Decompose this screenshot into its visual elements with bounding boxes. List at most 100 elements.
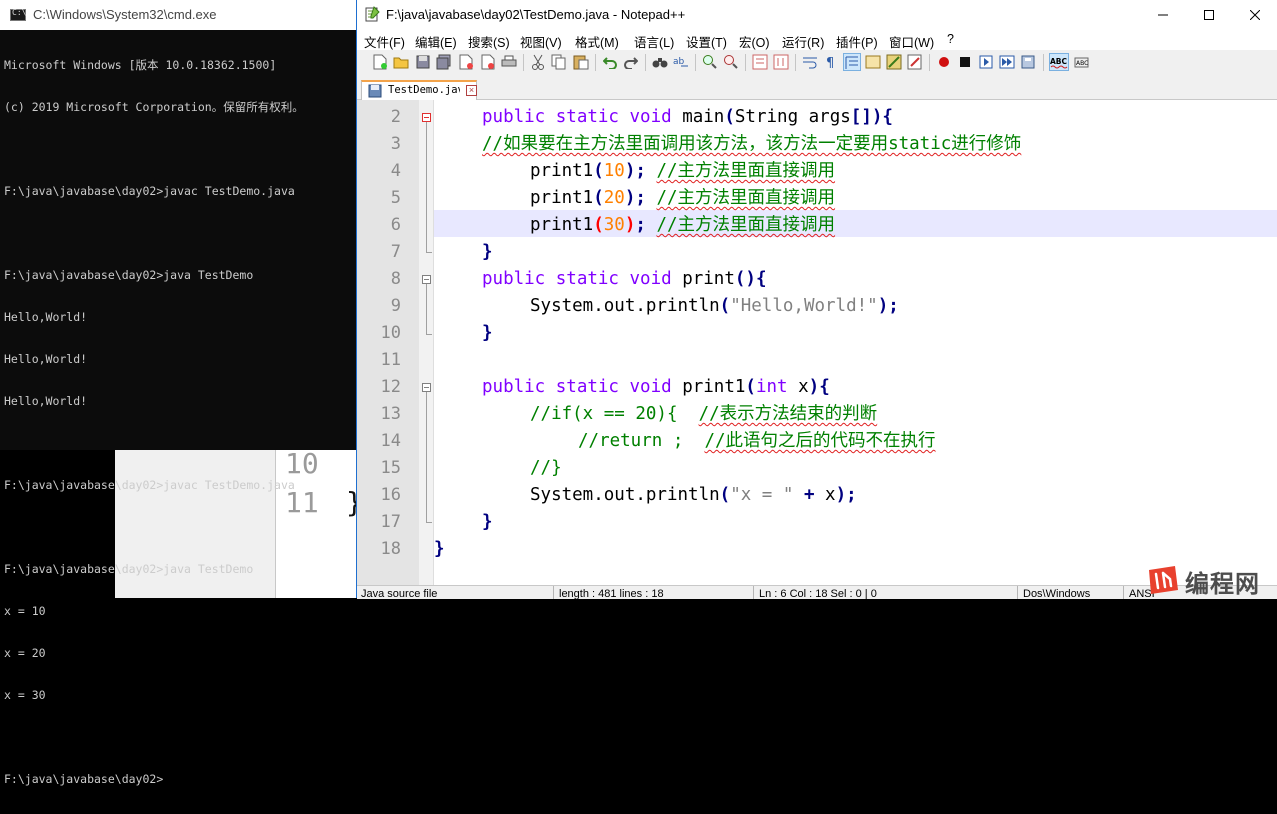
fold-end-marker xyxy=(426,252,432,253)
menu-run[interactable]: 运行(R) xyxy=(782,32,824,51)
show-all-chars-button[interactable]: ¶ xyxy=(822,53,840,71)
cmd-window[interactable]: C:\Windows\System32\cmd.exe Microsoft Wi… xyxy=(0,0,357,786)
menu-macro[interactable]: 宏(O) xyxy=(739,32,770,51)
code-line: //如果要在主方法里面调用该方法，该方法一定要用static进行修饰 xyxy=(482,131,1021,158)
open-file-button[interactable] xyxy=(392,53,410,71)
svg-text:¶: ¶ xyxy=(826,56,834,69)
menu-settings[interactable]: 设置(T) xyxy=(686,32,727,51)
save-all-button[interactable] xyxy=(435,53,453,71)
operator: ); xyxy=(624,188,646,208)
close-all-button[interactable] xyxy=(478,53,496,71)
sync-vertical-button[interactable] xyxy=(751,53,769,71)
word-wrap-button[interactable] xyxy=(801,53,819,71)
comment: //如果要在主方法里面调用该方法，该方法一定要用static进行修饰 xyxy=(482,134,1022,154)
close-file-icon xyxy=(459,54,473,70)
line-number: 16 xyxy=(380,485,401,505)
npp-titlebar[interactable]: F:\java\javabase\day02\TestDemo.java - N… xyxy=(357,0,1277,30)
toolbar-separator xyxy=(595,54,596,71)
paste-button[interactable] xyxy=(572,53,590,71)
notepadpp-window[interactable]: F:\java\javabase\day02\TestDemo.java - N… xyxy=(356,0,1277,599)
tab-close-icon[interactable]: × xyxy=(466,85,477,96)
watermark-text: 编程网 xyxy=(1185,570,1260,598)
fold-collapse-icon[interactable] xyxy=(422,275,431,284)
line-number: 17 xyxy=(380,512,401,532)
status-separator xyxy=(553,586,554,599)
close-button[interactable] xyxy=(1232,0,1277,30)
cut-button[interactable] xyxy=(529,53,547,71)
redo-button[interactable] xyxy=(622,53,640,71)
play-icon xyxy=(979,55,993,69)
status-separator xyxy=(753,586,754,599)
code-line: public static void print(){ xyxy=(482,266,766,293)
toolbar-separator xyxy=(695,54,696,71)
maximize-button[interactable] xyxy=(1186,0,1232,30)
save-button[interactable] xyxy=(414,53,432,71)
console-line: F:\java\javabase\day02>java TestDemo xyxy=(4,562,254,576)
user-language-button[interactable] xyxy=(864,53,882,71)
record-macro-button[interactable] xyxy=(935,53,953,71)
undo-button[interactable] xyxy=(601,53,619,71)
sync-horizontal-button[interactable] xyxy=(772,53,790,71)
fold-collapse-icon[interactable] xyxy=(422,113,431,122)
run-macro-multiple-button[interactable] xyxy=(998,53,1016,71)
console-line: x = 30 xyxy=(4,688,46,702)
tab-testdemo-java[interactable]: TestDemo.java × xyxy=(361,80,477,100)
minimize-button[interactable] xyxy=(1140,0,1186,30)
method-call: print1 xyxy=(530,215,594,235)
toolbar-separator xyxy=(745,54,746,71)
print-button[interactable] xyxy=(500,53,518,71)
play-macro-button[interactable] xyxy=(977,53,995,71)
menu-file[interactable]: 文件(F) xyxy=(364,32,405,51)
operator: ); xyxy=(877,296,899,316)
watermark: 编程网 xyxy=(1145,562,1277,598)
toolbar-separator xyxy=(645,54,646,71)
new-file-button[interactable] xyxy=(371,53,389,71)
zoom-out-button[interactable] xyxy=(722,53,740,71)
save-macro-button[interactable] xyxy=(1019,53,1037,71)
doc-map-button[interactable] xyxy=(885,53,903,71)
function-list-button[interactable] xyxy=(906,53,924,71)
menu-help[interactable]: ? xyxy=(947,32,954,46)
stop-icon xyxy=(960,57,970,67)
copy-button[interactable] xyxy=(550,53,568,71)
code-line: } xyxy=(482,512,493,532)
cmd-titlebar[interactable]: C:\Windows\System32\cmd.exe xyxy=(0,0,356,30)
operator: ) xyxy=(624,215,636,235)
save-all-icon xyxy=(436,54,451,70)
string-literal: "x = " xyxy=(730,485,794,505)
cmd-console-output[interactable]: Microsoft Windows [版本 10.0.18362.1500] (… xyxy=(4,30,354,814)
paste-icon xyxy=(573,55,589,70)
code-editor[interactable]: 2 3 4 5 6 7 8 9 10 11 12 13 14 15 16 17 … xyxy=(357,100,1277,585)
console-line: (c) 2019 Microsoft Corporation。保留所有权利。 xyxy=(4,100,304,114)
fold-collapse-icon[interactable] xyxy=(422,383,431,392)
parameter: String args xyxy=(734,107,851,127)
indent-guide-button[interactable] xyxy=(843,53,861,71)
menu-plugins[interactable]: 插件(P) xyxy=(836,32,878,51)
stop-macro-button[interactable] xyxy=(956,53,974,71)
line-number: 9 xyxy=(390,296,401,316)
replace-button[interactable]: ab xyxy=(672,53,690,71)
code-line: print1(10); //主方法里面直接调用 xyxy=(530,158,835,185)
menu-view[interactable]: 视图(V) xyxy=(520,32,562,51)
operator: ( xyxy=(724,107,735,127)
menu-edit[interactable]: 编辑(E) xyxy=(415,32,457,51)
toolbar-separator xyxy=(795,54,796,71)
close-file-button[interactable] xyxy=(457,53,475,71)
menu-window[interactable]: 窗口(W) xyxy=(889,32,934,51)
word-wrap-icon xyxy=(803,57,817,69)
open-folder-icon xyxy=(393,57,409,69)
console-line: Microsoft Windows [版本 10.0.18362.1500] xyxy=(4,58,277,72)
code-line: print1(20); //主方法里面直接调用 xyxy=(530,185,835,212)
operator: + xyxy=(793,485,826,505)
menu-format[interactable]: 格式(M) xyxy=(575,32,619,51)
menu-language[interactable]: 语言(L) xyxy=(634,32,674,51)
comment: //return ; xyxy=(578,431,705,451)
spell-check-options-button[interactable]: ABC xyxy=(1073,53,1091,71)
find-button[interactable] xyxy=(651,53,669,71)
spell-check-button[interactable]: ABC xyxy=(1049,53,1069,71)
zoom-in-button[interactable] xyxy=(701,53,719,71)
method-call: print1 xyxy=(530,188,594,208)
menu-search[interactable]: 搜索(S) xyxy=(468,32,510,51)
new-file-icon xyxy=(373,54,387,70)
